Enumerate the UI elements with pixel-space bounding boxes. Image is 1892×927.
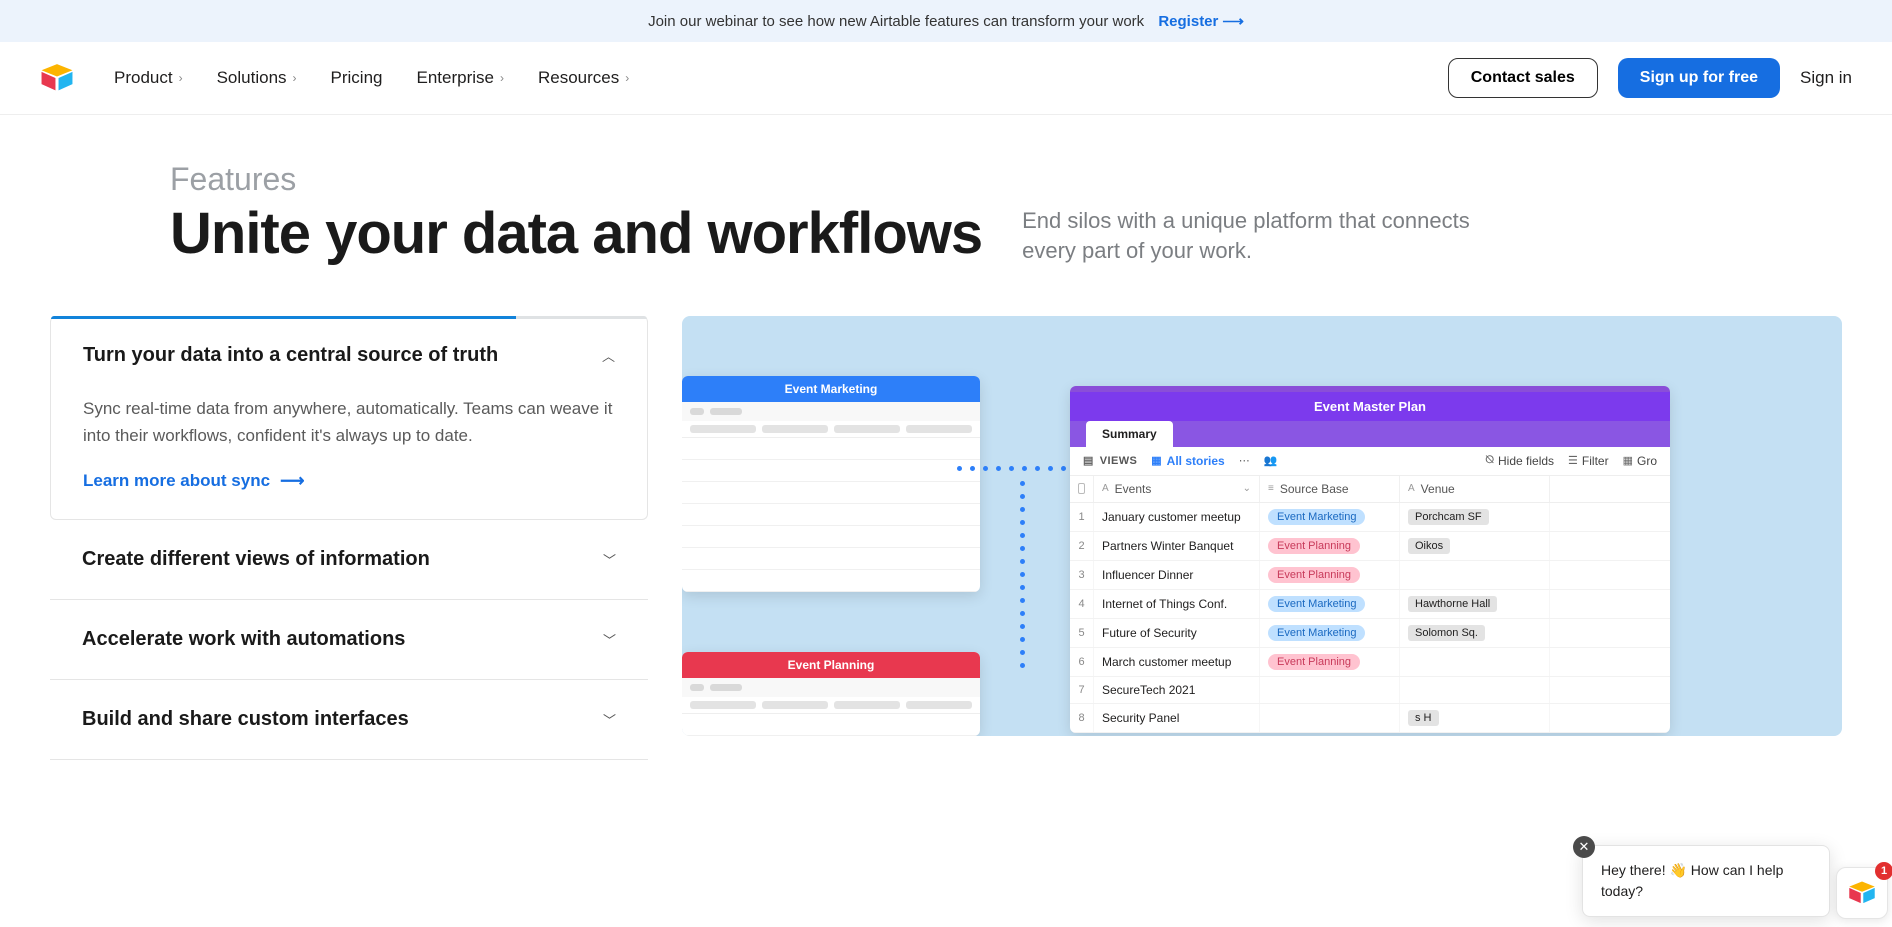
eye-off-icon: ⦰	[1485, 454, 1494, 467]
checkbox-icon[interactable]	[1078, 483, 1085, 494]
chevron-up-icon: ︿	[602, 346, 615, 365]
main-nav: Product› Solutions› Pricing Enterprise› Reso…	[0, 42, 1892, 115]
nav-item-enterprise[interactable]: Enterprise›	[417, 68, 504, 88]
people-icon[interactable]: 👥	[1264, 454, 1278, 467]
table-row[interactable]: 7SecureTech 2021	[1070, 677, 1670, 704]
chevron-right-icon: ›	[179, 71, 183, 85]
filter-button[interactable]: ☰Filter	[1568, 454, 1609, 468]
feature-visual: Event Marketing Event Planning Event Mas…	[682, 316, 1842, 736]
accordion-title: Turn your data into a central source of …	[83, 344, 498, 367]
list-icon: ≡	[1268, 483, 1274, 494]
accordion-item-sync[interactable]: Turn your data into a central source of …	[50, 316, 648, 520]
chat-close-button[interactable]: ✕	[1573, 836, 1595, 858]
group-icon: ▦	[1623, 454, 1633, 467]
sidebar-icon: ▤	[1083, 454, 1094, 467]
banner-register-link[interactable]: Register⟶	[1158, 13, 1244, 30]
master-tab-summary[interactable]: Summary	[1086, 421, 1173, 447]
more-icon[interactable]: ⋯	[1239, 454, 1250, 467]
view-all-stories[interactable]: ▦All stories	[1151, 454, 1224, 468]
nav-item-resources[interactable]: Resources›	[538, 68, 629, 88]
accordion-item-views[interactable]: Create different views of information ﹀	[50, 520, 648, 600]
chat-bubble[interactable]: ✕ Hey there! 👋 How can I help today?	[1582, 845, 1830, 917]
card-event-marketing: Event Marketing	[682, 376, 980, 592]
chevron-down-icon: ﹀	[603, 710, 616, 729]
nav-item-product[interactable]: Product›	[114, 68, 183, 88]
feature-accordion: Turn your data into a central source of …	[50, 316, 648, 760]
hide-fields-button[interactable]: ⦰Hide fields	[1485, 454, 1554, 468]
table-row[interactable]: 3Influencer DinnerEvent Planning	[1070, 561, 1670, 590]
announcement-banner: Join our webinar to see how new Airtable…	[0, 0, 1892, 42]
hero-subtitle: End silos with a unique platform that co…	[1022, 202, 1482, 265]
banner-text: Join our webinar to see how new Airtable…	[648, 13, 1144, 30]
learn-more-sync-link[interactable]: Learn more about sync⟶	[83, 471, 615, 491]
text-icon: A	[1102, 483, 1109, 494]
connector-dots-horizontal	[957, 466, 1066, 471]
filter-icon: ☰	[1568, 454, 1578, 467]
group-button[interactable]: ▦Gro	[1623, 454, 1657, 468]
chat-badge: 1	[1875, 862, 1892, 880]
chevron-down-icon: ﹀	[603, 630, 616, 649]
chevron-down-icon: ﹀	[603, 550, 616, 569]
contact-sales-button[interactable]: Contact sales	[1448, 58, 1598, 98]
table-row[interactable]: 1January customer meetupEvent MarketingP…	[1070, 503, 1670, 532]
views-button[interactable]: ▤VIEWS	[1083, 454, 1137, 467]
accordion-item-interfaces[interactable]: Build and share custom interfaces ﹀	[50, 680, 648, 760]
chat-message: Hey there! 👋 How can I help today?	[1601, 862, 1783, 899]
nav-item-pricing[interactable]: Pricing	[331, 68, 383, 88]
arrow-right-icon: ⟶	[280, 471, 304, 491]
chevron-right-icon: ›	[500, 71, 504, 85]
accordion-desc: Sync real-time data from anywhere, autom…	[83, 395, 615, 449]
hero-section: Features Unite your data and workflows E…	[0, 115, 1892, 296]
arrow-right-icon: ⟶	[1222, 13, 1244, 30]
chevron-right-icon: ›	[625, 71, 629, 85]
logo[interactable]	[40, 64, 74, 92]
hero-eyebrow: Features	[170, 161, 1722, 198]
table-row[interactable]: 6March customer meetupEvent Planning	[1070, 648, 1670, 677]
accordion-item-automations[interactable]: Accelerate work with automations ﹀	[50, 600, 648, 680]
chat-launcher-button[interactable]: 1	[1836, 867, 1888, 919]
table-row[interactable]: 8Security Panels H	[1070, 704, 1670, 733]
chevron-right-icon: ›	[293, 71, 297, 85]
grid-icon: ▦	[1151, 454, 1161, 467]
table-row[interactable]: 2Partners Winter BanquetEvent PlanningOi…	[1070, 532, 1670, 561]
master-column-headers: AEvents⌄ ≡Source Base AVenue	[1070, 476, 1670, 503]
nav-item-solutions[interactable]: Solutions›	[217, 68, 297, 88]
hero-title: Unite your data and workflows	[170, 202, 982, 266]
table-row[interactable]: 5Future of SecurityEvent MarketingSolomo…	[1070, 619, 1670, 648]
card-event-master-plan: Event Master Plan Summary ▤VIEWS ▦All st…	[1070, 386, 1670, 733]
signin-link[interactable]: Sign in	[1800, 68, 1852, 88]
chevron-down-icon[interactable]: ⌄	[1243, 483, 1251, 494]
table-row[interactable]: 4Internet of Things Conf.Event Marketing…	[1070, 590, 1670, 619]
card-event-planning: Event Planning	[682, 652, 980, 736]
text-icon: A	[1408, 483, 1415, 494]
connector-dots-vertical	[1020, 481, 1025, 668]
signup-button[interactable]: Sign up for free	[1618, 58, 1780, 98]
